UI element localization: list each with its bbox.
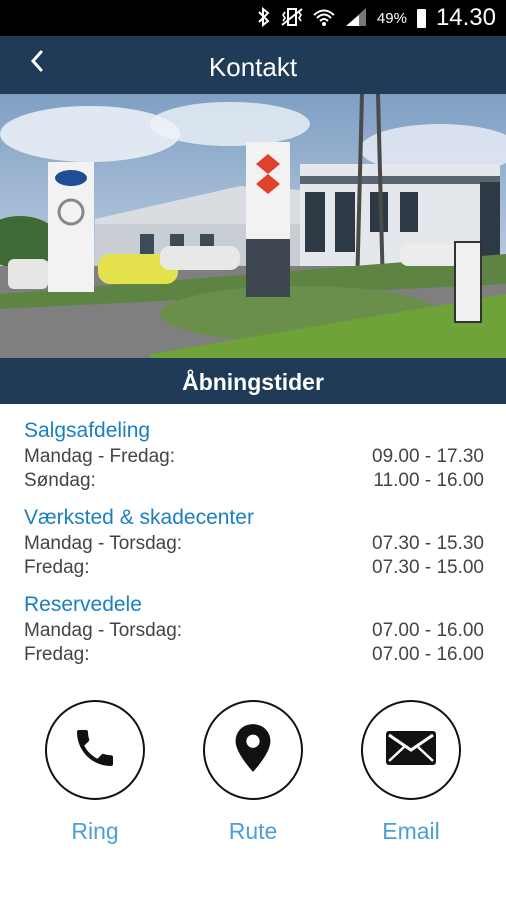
call-button[interactable]: Ring	[40, 700, 150, 845]
opening-hours-list: Salgsafdeling Mandag - Fredag: 09.00 - 1…	[24, 418, 484, 679]
day-label: Mandag - Fredag:	[24, 446, 176, 467]
wifi-icon	[313, 7, 335, 30]
time-value: 11.00 - 16.00	[373, 470, 484, 491]
hours-section-sales: Salgsafdeling Mandag - Fredag: 09.00 - 1…	[24, 418, 484, 493]
hours-row: Fredag: 07.00 - 16.00	[24, 643, 484, 667]
dealership-photo	[0, 94, 506, 358]
contact-actions: Ring Rute Email	[0, 700, 506, 860]
day-label: Fredag:	[24, 644, 90, 665]
route-circle[interactable]	[203, 700, 303, 800]
time-value: 07.00 - 16.00	[372, 644, 484, 665]
route-label[interactable]: Rute	[198, 818, 308, 845]
envelope-icon	[385, 730, 437, 771]
phone-icon	[71, 724, 119, 777]
hours-row: Fredag: 07.30 - 15.00	[24, 556, 484, 580]
hours-row: Mandag - Torsdag: 07.30 - 15.30	[24, 532, 484, 556]
route-button[interactable]: Rute	[198, 700, 308, 845]
time-value: 07.00 - 16.00	[372, 620, 484, 641]
day-label: Mandag - Torsdag:	[24, 533, 183, 554]
back-button[interactable]	[22, 48, 52, 78]
section-title: Reservedele	[24, 593, 142, 616]
status-bar: 49% 14.30	[0, 0, 506, 36]
bluetooth-icon	[257, 6, 271, 30]
day-label: Søndag:	[24, 470, 96, 491]
hours-section-workshop: Værksted & skadecenter Mandag - Torsdag:…	[24, 505, 484, 580]
day-label: Mandag - Torsdag:	[24, 620, 183, 641]
hours-row: Mandag - Fredag: 09.00 - 17.30	[24, 445, 484, 469]
battery-percent: 49%	[376, 9, 407, 27]
email-circle[interactable]	[361, 700, 461, 800]
app-bar: Kontakt	[0, 36, 506, 94]
clock: 14.30	[435, 4, 496, 31]
map-pin-icon	[231, 722, 275, 779]
hours-row: Søndag: 11.00 - 16.00	[24, 469, 484, 493]
time-value: 07.30 - 15.30	[372, 533, 484, 554]
time-value: 09.00 - 17.30	[372, 446, 484, 467]
time-value: 07.30 - 15.00	[372, 557, 484, 578]
section-title: Værksted & skadecenter	[24, 506, 254, 529]
email-button[interactable]: Email	[356, 700, 466, 845]
hours-row: Mandag - Torsdag: 07.00 - 16.00	[24, 619, 484, 643]
call-label[interactable]: Ring	[40, 818, 150, 845]
email-label[interactable]: Email	[356, 818, 466, 845]
hours-section-parts: Reservedele Mandag - Torsdag: 07.00 - 16…	[24, 592, 484, 667]
signal-icon	[345, 7, 367, 30]
dealership-illustration	[0, 94, 506, 358]
opening-hours-banner: Åbningstider	[0, 358, 506, 404]
page-title: Kontakt	[208, 52, 298, 82]
call-circle[interactable]	[45, 700, 145, 800]
vibrate-icon	[281, 7, 303, 30]
day-label: Fredag:	[24, 557, 90, 578]
section-title: Salgsafdeling	[24, 419, 151, 442]
battery-icon	[416, 8, 426, 28]
chevron-left-icon	[30, 50, 44, 77]
